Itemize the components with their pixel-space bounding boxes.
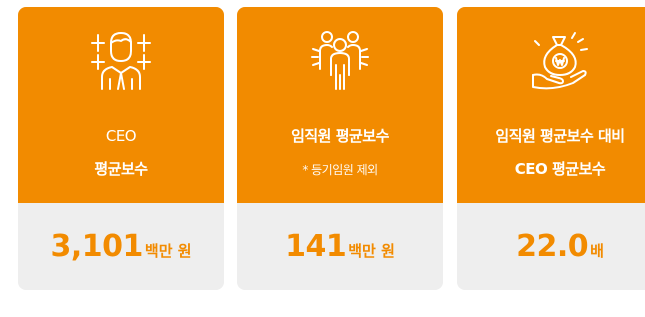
card-header: 임직원 평균보수 * 등기임원 제외 [237, 7, 443, 203]
card-unit: 백만 원 [144, 242, 192, 260]
ceo-person-icon [90, 29, 152, 91]
money-bag-hand-icon [529, 29, 591, 91]
employees-group-icon [309, 29, 371, 91]
card-title-line2: CEO 평균보수 [514, 160, 606, 178]
card-value-area: 141 백만 원 [237, 203, 443, 290]
card-value: 3,101 [50, 229, 143, 264]
ratio-card: 임직원 평균보수 대비 CEO 평균보수 22.0 배 [457, 7, 645, 290]
card-title-line2: 평균보수 [94, 160, 148, 178]
employee-compensation-card: 임직원 평균보수 * 등기임원 제외 141 백만 원 [237, 7, 443, 290]
card-unit: 배 [590, 242, 604, 260]
card-footnote: * 등기임원 제외 [302, 163, 378, 177]
card-header: CEO 평균보수 [18, 7, 224, 203]
card-title-line1: CEO [105, 127, 137, 145]
card-header: 임직원 평균보수 대비 CEO 평균보수 [457, 7, 645, 203]
card-value-area: 3,101 백만 원 [18, 203, 224, 290]
card-title-line1: 임직원 평균보수 [291, 127, 389, 145]
ceo-compensation-card: CEO 평균보수 3,101 백만 원 [18, 7, 224, 290]
card-value: 141 [285, 229, 347, 264]
card-unit: 백만 원 [348, 242, 395, 260]
card-value: 22.0 [516, 229, 589, 264]
card-value-area: 22.0 배 [457, 203, 645, 290]
card-title-line1: 임직원 평균보수 대비 [495, 127, 625, 145]
